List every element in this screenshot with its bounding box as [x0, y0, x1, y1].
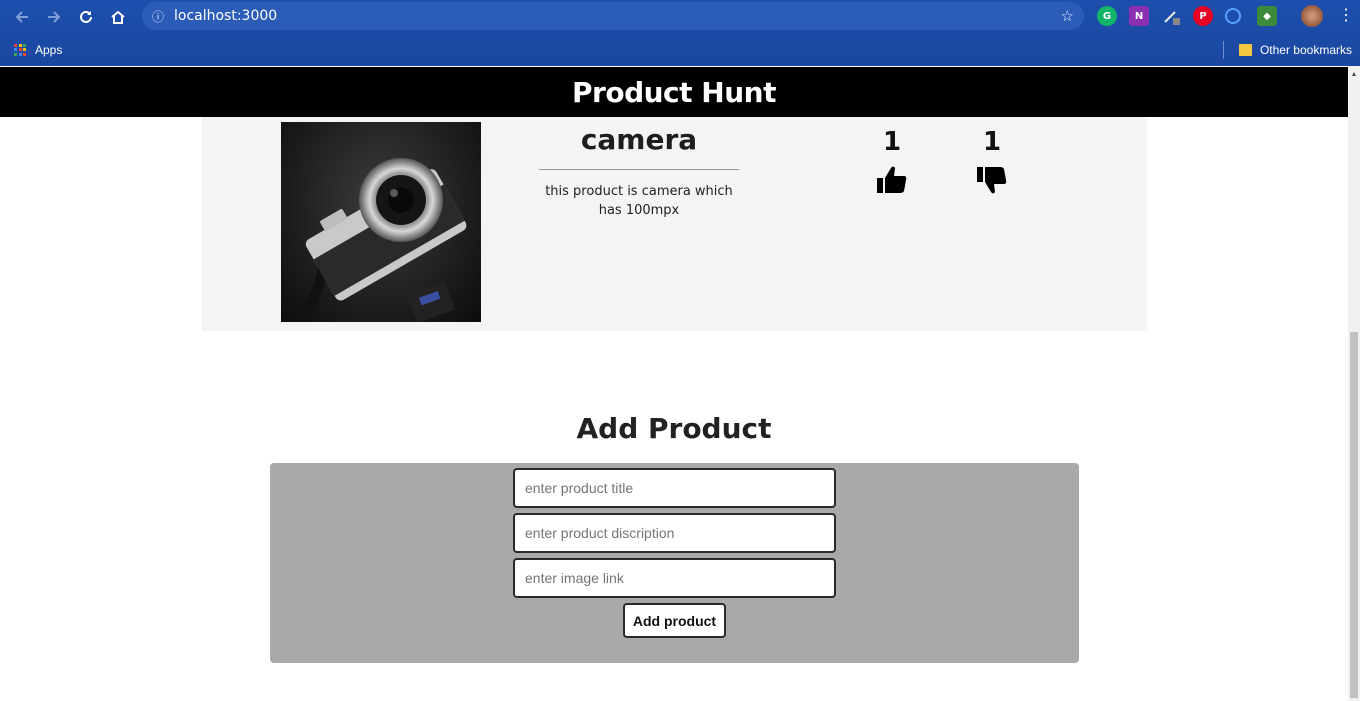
thumbs-up-icon[interactable]	[876, 165, 908, 195]
browser-toolbar: ⓘ localhost:3000 ☆ G N P ◆ ⋮	[0, 0, 1360, 33]
back-button[interactable]	[6, 1, 38, 33]
forward-button[interactable]	[38, 1, 70, 33]
pen-extension-icon[interactable]	[1161, 6, 1181, 26]
product-title: camera	[580, 123, 698, 156]
home-button[interactable]	[102, 1, 134, 33]
product-card: camera this product is camera which has …	[202, 117, 1147, 331]
apps-label: Apps	[35, 42, 63, 57]
app-title: Product Hunt	[572, 75, 776, 109]
edge-extension-icon[interactable]	[1225, 8, 1241, 24]
forward-arrow-icon	[48, 10, 61, 23]
product-description-input[interactable]	[513, 513, 836, 553]
green-extension-icon[interactable]: ◆	[1257, 6, 1277, 26]
title-divider	[539, 169, 739, 170]
browser-chrome: ⓘ localhost:3000 ☆ G N P ◆ ⋮ Apps Other …	[0, 0, 1360, 66]
page-viewport: Product Hunt camera this product is came…	[0, 66, 1360, 701]
home-icon	[111, 10, 125, 24]
add-product-form: Add product	[270, 463, 1079, 663]
other-bookmarks[interactable]: Other bookmarks	[1238, 42, 1352, 57]
product-image	[281, 122, 481, 322]
product-description: this product is camera which has 100mpx	[545, 184, 733, 218]
downvote-group: 1	[972, 127, 1012, 200]
url-text: localhost:3000	[174, 8, 278, 24]
other-bookmarks-label: Other bookmarks	[1259, 42, 1352, 57]
scroll-thumb[interactable]	[1350, 332, 1358, 698]
downvote-count: 1	[982, 127, 1002, 157]
reload-button[interactable]	[70, 1, 102, 33]
bookmark-star-icon[interactable]: ☆	[1061, 7, 1074, 25]
onenote-extension-icon[interactable]: N	[1129, 6, 1149, 26]
scroll-up-arrow-icon[interactable]: ▲	[1348, 68, 1360, 80]
folder-icon	[1238, 43, 1252, 56]
bookmarks-separator	[1223, 41, 1224, 59]
camera-photo	[296, 158, 467, 322]
page-scrollbar[interactable]: ▲	[1348, 66, 1360, 701]
bookmarks-bar: Apps Other bookmarks	[0, 33, 1360, 66]
apps-shortcut[interactable]: Apps	[14, 43, 62, 57]
product-info: camera this product is camera which has …	[539, 123, 739, 220]
upvote-count: 1	[882, 127, 902, 157]
add-product-heading: Add Product	[576, 412, 772, 445]
upvote-group: 1	[872, 127, 912, 200]
reload-icon	[80, 10, 92, 23]
thumbs-down-icon[interactable]	[976, 165, 1008, 195]
info-icon[interactable]: ⓘ	[142, 8, 174, 25]
apps-grid-icon	[14, 43, 26, 56]
profile-avatar[interactable]	[1301, 5, 1323, 27]
product-title-input[interactable]	[513, 468, 836, 508]
grammarly-extension-icon[interactable]: G	[1097, 6, 1117, 26]
back-arrow-icon	[15, 10, 28, 23]
app-header: Product Hunt	[0, 67, 1348, 117]
image-link-input[interactable]	[513, 558, 836, 598]
address-bar[interactable]: ⓘ localhost:3000 ☆	[142, 2, 1084, 30]
pinterest-extension-icon[interactable]: P	[1193, 6, 1213, 26]
browser-menu-icon[interactable]: ⋮	[1338, 6, 1354, 26]
add-product-button[interactable]: Add product	[623, 603, 726, 638]
